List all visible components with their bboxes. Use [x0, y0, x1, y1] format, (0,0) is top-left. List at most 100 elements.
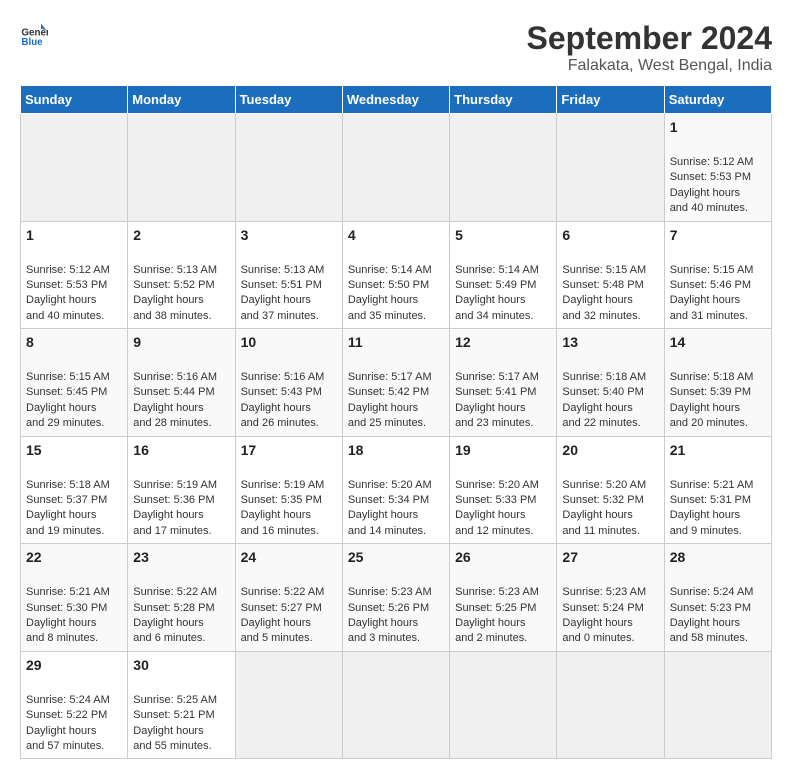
calendar-cell [450, 114, 557, 222]
daylight-detail: and 8 minutes. [26, 632, 98, 644]
day-number: 4 [348, 226, 444, 246]
calendar-cell: 17Sunrise: 5:19 AM Sunset: 5:35 PMDaylig… [235, 436, 342, 544]
calendar-cell: 14Sunrise: 5:18 AM Sunset: 5:39 PMDaylig… [664, 329, 771, 437]
sunrise-text: Sunrise: 5:23 AM [348, 586, 432, 598]
calendar-cell: 30Sunrise: 5:25 AM Sunset: 5:21 PMDaylig… [128, 651, 235, 759]
calendar-cell: 11Sunrise: 5:17 AM Sunset: 5:42 PMDaylig… [342, 329, 449, 437]
weekday-header-monday: Monday [128, 86, 235, 114]
daylight-label: Daylight hours [348, 294, 418, 306]
daylight-detail: and 55 minutes. [133, 740, 211, 752]
calendar-cell: 12Sunrise: 5:17 AM Sunset: 5:41 PMDaylig… [450, 329, 557, 437]
daylight-label: Daylight hours [562, 402, 632, 414]
sunset-text: Sunset: 5:35 PM [241, 494, 322, 506]
sunset-text: Sunset: 5:37 PM [26, 494, 107, 506]
sunrise-text: Sunrise: 5:18 AM [562, 371, 646, 383]
calendar-cell [342, 114, 449, 222]
daylight-label: Daylight hours [26, 294, 96, 306]
daylight-detail: and 0 minutes. [562, 632, 634, 644]
title-block: September 2024 Falakata, West Bengal, In… [527, 20, 772, 75]
daylight-detail: and 58 minutes. [670, 632, 748, 644]
daylight-detail: and 9 minutes. [670, 525, 742, 537]
calendar-cell [235, 114, 342, 222]
daylight-label: Daylight hours [133, 294, 203, 306]
daylight-detail: and 23 minutes. [455, 417, 533, 429]
day-number: 18 [348, 441, 444, 461]
daylight-detail: and 12 minutes. [455, 525, 533, 537]
sunrise-text: Sunrise: 5:25 AM [133, 694, 217, 706]
daylight-detail: and 16 minutes. [241, 525, 319, 537]
sunset-text: Sunset: 5:41 PM [455, 386, 536, 398]
day-number: 25 [348, 548, 444, 568]
sunset-text: Sunset: 5:53 PM [26, 279, 107, 291]
sunrise-text: Sunrise: 5:20 AM [348, 479, 432, 491]
page-title: September 2024 [527, 20, 772, 57]
daylight-detail: and 40 minutes. [670, 202, 748, 214]
day-number: 6 [562, 226, 658, 246]
page-header: General Blue September 2024 Falakata, We… [20, 20, 772, 75]
sunrise-text: Sunrise: 5:22 AM [241, 586, 325, 598]
day-number: 10 [241, 333, 337, 353]
daylight-detail: and 11 minutes. [562, 525, 639, 537]
calendar-cell: 2Sunrise: 5:13 AM Sunset: 5:52 PMDayligh… [128, 221, 235, 329]
daylight-detail: and 3 minutes. [348, 632, 420, 644]
daylight-detail: and 31 minutes. [670, 310, 748, 322]
daylight-detail: and 20 minutes. [670, 417, 748, 429]
daylight-label: Daylight hours [562, 509, 632, 521]
daylight-detail: and 29 minutes. [26, 417, 104, 429]
calendar-cell: 1Sunrise: 5:12 AM Sunset: 5:53 PMDayligh… [664, 114, 771, 222]
daylight-detail: and 32 minutes. [562, 310, 640, 322]
calendar-cell [21, 114, 128, 222]
daylight-label: Daylight hours [670, 617, 740, 629]
day-number: 17 [241, 441, 337, 461]
sunrise-text: Sunrise: 5:12 AM [26, 264, 110, 276]
sunset-text: Sunset: 5:32 PM [562, 494, 643, 506]
sunset-text: Sunset: 5:43 PM [241, 386, 322, 398]
day-number: 14 [670, 333, 766, 353]
sunrise-text: Sunrise: 5:20 AM [562, 479, 646, 491]
calendar-week-row: 22Sunrise: 5:21 AM Sunset: 5:30 PMDaylig… [21, 544, 772, 652]
daylight-label: Daylight hours [670, 509, 740, 521]
calendar-cell [235, 651, 342, 759]
svg-text:Blue: Blue [21, 37, 43, 48]
day-number: 24 [241, 548, 337, 568]
sunrise-text: Sunrise: 5:18 AM [670, 371, 754, 383]
sunrise-text: Sunrise: 5:24 AM [670, 586, 754, 598]
sunrise-text: Sunrise: 5:13 AM [133, 264, 217, 276]
sunrise-text: Sunrise: 5:14 AM [455, 264, 539, 276]
daylight-detail: and 5 minutes. [241, 632, 313, 644]
sunrise-text: Sunrise: 5:17 AM [348, 371, 432, 383]
calendar-cell: 23Sunrise: 5:22 AM Sunset: 5:28 PMDaylig… [128, 544, 235, 652]
sunrise-text: Sunrise: 5:15 AM [26, 371, 110, 383]
calendar-cell: 1 Sunrise: 5:12 AM Sunset: 5:53 PM Dayligh… [21, 221, 128, 329]
daylight-label: Daylight hours [26, 402, 96, 414]
sunrise-text: Sunrise: 5:22 AM [133, 586, 217, 598]
calendar-cell: 25Sunrise: 5:23 AM Sunset: 5:26 PMDaylig… [342, 544, 449, 652]
daylight-detail: and 17 minutes. [133, 525, 211, 537]
day-number: 16 [133, 441, 229, 461]
daylight-detail: and 38 minutes. [133, 310, 211, 322]
sunrise-text: Sunrise: 5:20 AM [455, 479, 539, 491]
sunrise-text: Sunrise: 5:18 AM [26, 479, 110, 491]
day-number: 13 [562, 333, 658, 353]
day-number: 8 [26, 333, 122, 353]
daylight-label: Daylight hours [133, 725, 203, 737]
daylight-detail: and 19 minutes. [26, 525, 104, 537]
day-number: 12 [455, 333, 551, 353]
daylight-detail: and 26 minutes. [241, 417, 319, 429]
sunrise-text: Sunrise: 5:15 AM [562, 264, 646, 276]
day-number: 7 [670, 226, 766, 246]
day-number: 1 [26, 226, 122, 246]
daylight-label: Daylight hours [670, 402, 740, 414]
weekday-header-tuesday: Tuesday [235, 86, 342, 114]
sunset-text: Sunset: 5:48 PM [562, 279, 643, 291]
daylight-label: Daylight hours [133, 509, 203, 521]
calendar-cell: 13Sunrise: 5:18 AM Sunset: 5:40 PMDaylig… [557, 329, 664, 437]
calendar-cell: 18Sunrise: 5:20 AM Sunset: 5:34 PMDaylig… [342, 436, 449, 544]
weekday-header-sunday: Sunday [21, 86, 128, 114]
day-number: 27 [562, 548, 658, 568]
calendar-cell: 26Sunrise: 5:23 AM Sunset: 5:25 PMDaylig… [450, 544, 557, 652]
day-number: 5 [455, 226, 551, 246]
daylight-detail: and 35 minutes. [348, 310, 426, 322]
day-number: 29 [26, 656, 122, 676]
calendar-header-row: SundayMondayTuesdayWednesdayThursdayFrid… [21, 86, 772, 114]
